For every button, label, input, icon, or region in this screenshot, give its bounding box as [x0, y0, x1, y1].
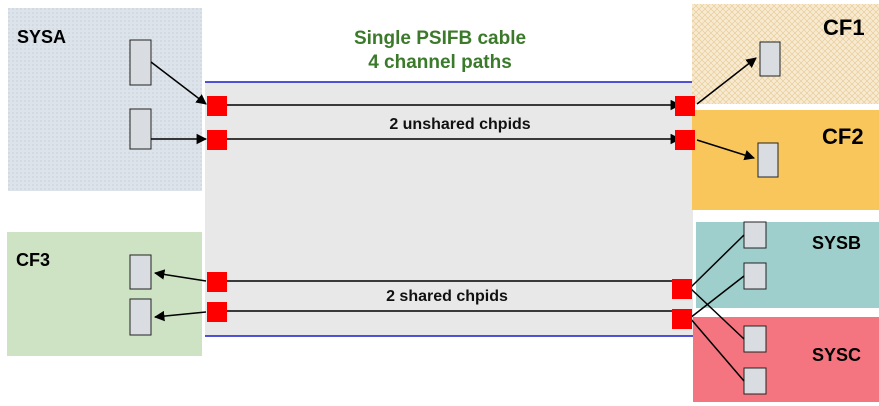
- sysc-channel-2: [743, 367, 767, 395]
- sysb-label: SYSB: [812, 233, 861, 253]
- port-left-unshared-2: [207, 130, 227, 150]
- sysc-channel-1: [743, 325, 767, 353]
- shared-chpids-label: 2 shared chpids: [386, 288, 508, 305]
- port-left-shared-2: [207, 302, 227, 322]
- port-right-unshared-1: [675, 96, 695, 116]
- port-left-shared-1: [207, 272, 227, 292]
- cable-title-line1: Single PSIFB cable: [354, 28, 526, 49]
- sysc-label: SYSC: [812, 345, 861, 365]
- psifb-cable-diagram: Single PSIFB cable 4 channel paths SYSA …: [7, 4, 879, 402]
- cf2-channel: [757, 142, 779, 178]
- cf3-channel-2: [129, 298, 152, 336]
- unshared-chpids-label: 2 unshared chpids: [389, 116, 530, 133]
- port-right-shared-2: [672, 309, 692, 329]
- port-left-unshared-1: [207, 96, 227, 116]
- sysa-channel-2: [129, 108, 152, 150]
- sysa-channel-1: [129, 39, 152, 86]
- port-right-unshared-2: [675, 130, 695, 150]
- port-right-shared-1: [672, 279, 692, 299]
- sysb-channel-1: [743, 221, 767, 249]
- cf2-label: CF2: [822, 124, 864, 149]
- cf1-channel: [759, 41, 781, 77]
- cf3-channel-1: [129, 254, 152, 290]
- cf1-label: CF1: [823, 15, 865, 40]
- sysa-label: SYSA: [17, 27, 66, 47]
- cable-title-line2: 4 channel paths: [368, 52, 512, 73]
- cf3-label: CF3: [16, 250, 50, 270]
- sysb-channel-2: [743, 262, 767, 290]
